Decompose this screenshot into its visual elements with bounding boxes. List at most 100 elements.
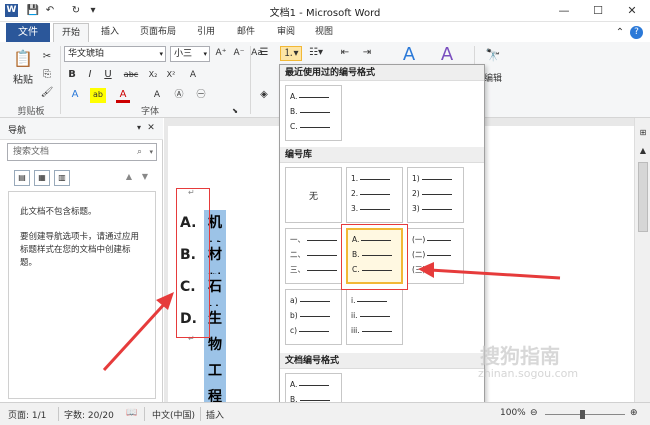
font-size-select[interactable]: 小三 ▾ xyxy=(170,46,210,62)
numbering-gallery: 最近使用过的编号格式 A. B. C. 编号库 无 1. 2. 3. 1) 2)… xyxy=(279,64,485,425)
browse-results-tab[interactable]: ▥ xyxy=(54,170,70,186)
scroll-thumb[interactable] xyxy=(638,162,648,232)
format-marker: A. xyxy=(290,92,298,101)
zoom-in-icon[interactable]: ⊕ xyxy=(630,408,638,418)
format-chinese-cell[interactable]: 一、 二、 三、 xyxy=(285,228,342,284)
insert-mode-indicator[interactable]: 插入 xyxy=(206,408,224,421)
shrink-font-button[interactable]: A⁻ xyxy=(232,46,246,61)
strikethrough-button[interactable]: abc xyxy=(122,68,140,83)
tab-insert[interactable]: 插入 xyxy=(94,23,126,42)
tab-file[interactable]: 文件 xyxy=(6,23,50,42)
format-marker: iii. xyxy=(351,326,360,335)
edit-group-button[interactable]: 编辑 xyxy=(482,72,504,87)
underline-button[interactable]: U xyxy=(102,68,114,83)
vertical-scrollbar[interactable]: ⊞ ▲ xyxy=(634,118,650,402)
ruler-toggle-icon[interactable]: ⊞ xyxy=(637,126,649,141)
group-divider xyxy=(250,46,251,114)
char-border-icon[interactable]: Ⓐ xyxy=(172,88,186,103)
page-count[interactable]: 页面: 1/1 xyxy=(8,408,46,421)
format-marker: 一、 xyxy=(290,235,305,244)
nav-search-input[interactable]: 搜索文档 ⌕ ▾ xyxy=(7,143,157,161)
clear-formatting-button[interactable]: A xyxy=(186,68,200,83)
tab-home[interactable]: 开始 xyxy=(53,23,89,43)
numbering-library-heading: 编号库 xyxy=(280,147,484,163)
zoom-out-icon[interactable]: ⊖ xyxy=(530,408,538,418)
format-lowercase-paren-cell[interactable]: a) b) c) xyxy=(285,289,342,345)
increase-indent-icon[interactable]: ⇥ xyxy=(360,46,374,61)
annotation-arrow xyxy=(418,262,561,280)
font-dialog-launcher-icon[interactable]: ⬊ xyxy=(230,104,240,119)
watermark-brand: 搜狗指南 xyxy=(480,344,560,368)
proofing-icon[interactable]: 📖 xyxy=(126,408,137,418)
format-arabic-paren-cell[interactable]: 1) 2) 3) xyxy=(407,167,464,223)
format-arabic-period-cell[interactable]: 1. 2. 3. xyxy=(346,167,403,223)
browse-headings-tab[interactable]: ▤ xyxy=(14,170,30,186)
find-icon[interactable]: 🔭 xyxy=(484,48,502,66)
enclose-char-icon[interactable]: ㊀ xyxy=(194,88,208,103)
chevron-down-icon[interactable]: ▾ xyxy=(149,144,153,160)
title-bar: W 💾 ↶ ↻ ▾ 文档1 - Microsoft Word — ☐ ✕ xyxy=(0,0,650,22)
grow-font-button[interactable]: A⁺ xyxy=(214,46,228,61)
format-marker: 3) xyxy=(412,204,420,213)
font-color-button[interactable]: A xyxy=(116,88,130,103)
tab-view[interactable]: 视图 xyxy=(308,23,340,42)
format-marker: a) xyxy=(290,296,298,305)
text-effects-button[interactable]: A xyxy=(68,88,82,103)
recent-format-cell[interactable]: A. B. C. xyxy=(285,85,342,141)
multilevel-list-icon[interactable]: ☷▾ xyxy=(306,46,326,61)
tab-references[interactable]: 引用 xyxy=(190,23,222,42)
bullets-icon[interactable]: ☰ xyxy=(256,46,272,61)
tab-mailings[interactable]: 邮件 xyxy=(230,23,262,42)
search-icon[interactable]: ⌕ xyxy=(137,144,142,160)
copy-icon[interactable]: ⎘ xyxy=(40,68,54,83)
quick-styles-button[interactable]: A xyxy=(398,44,420,66)
format-none-cell[interactable]: 无 xyxy=(285,167,342,223)
format-marker: ii. xyxy=(351,311,358,320)
zoom-slider-thumb[interactable] xyxy=(580,410,585,419)
format-marker: b) xyxy=(290,311,298,320)
highlight-button[interactable]: ab xyxy=(90,88,106,103)
close-button[interactable]: ✕ xyxy=(620,2,644,19)
browse-pages-tab[interactable]: ▦ xyxy=(34,170,50,186)
format-roman-cell[interactable]: i. ii. iii. xyxy=(346,289,403,345)
format-marker: (一) xyxy=(412,235,426,244)
format-marker: 二、 xyxy=(290,250,305,259)
format-painter-icon[interactable]: 🖌 xyxy=(40,86,54,101)
ribbon-tabs: 文件 开始 插入 页面布局 引用 邮件 审阅 视图 ⌃ ? xyxy=(0,22,650,43)
nav-close-icon[interactable]: ✕ xyxy=(146,121,156,136)
minimize-button[interactable]: — xyxy=(552,2,576,19)
scroll-up-icon[interactable]: ▲ xyxy=(637,144,649,159)
cut-icon[interactable]: ✂ xyxy=(40,50,54,65)
superscript-button[interactable]: X² xyxy=(164,68,178,83)
language-indicator[interactable]: 中文(中国) xyxy=(152,408,195,421)
help-icon[interactable]: ? xyxy=(630,26,643,39)
change-styles-button[interactable]: A xyxy=(436,44,458,66)
paste-button[interactable]: 粘贴 xyxy=(10,74,36,89)
decrease-indent-icon[interactable]: ⇤ xyxy=(338,46,352,61)
tab-review[interactable]: 审阅 xyxy=(270,23,302,42)
char-shading-icon[interactable]: A xyxy=(150,88,164,103)
font-name-value: 华文琥珀 xyxy=(68,49,105,59)
format-none-label: 无 xyxy=(308,192,318,202)
font-group-label: 字体 xyxy=(140,107,159,117)
nav-title: 导航 xyxy=(8,126,27,136)
format-marker: 1. xyxy=(351,174,359,183)
bold-button[interactable]: B xyxy=(66,68,78,83)
italic-button[interactable]: I xyxy=(84,68,96,83)
status-divider xyxy=(200,407,201,421)
previous-heading-icon[interactable]: ▲ xyxy=(124,170,134,185)
font-name-select[interactable]: 华文琥珀 ▾ xyxy=(64,46,166,62)
nav-options-icon[interactable]: ▾ xyxy=(134,121,144,136)
tab-page-layout[interactable]: 页面布局 xyxy=(134,23,182,42)
zoom-slider[interactable] xyxy=(545,414,625,415)
next-heading-icon[interactable]: ▼ xyxy=(140,170,150,185)
maximize-button[interactable]: ☐ xyxy=(586,2,610,19)
zoom-level[interactable]: 100% xyxy=(500,408,526,418)
shading-icon[interactable]: ◈ xyxy=(256,88,272,103)
word-count[interactable]: 字数: 20/20 xyxy=(64,408,114,421)
subscript-button[interactable]: X₂ xyxy=(146,68,160,83)
numbering-button[interactable]: ⒈▾ xyxy=(280,46,302,61)
format-marker: A. xyxy=(290,380,298,389)
collapse-ribbon-icon[interactable]: ⌃ xyxy=(613,25,627,40)
paste-icon[interactable]: 📋 xyxy=(12,48,34,70)
